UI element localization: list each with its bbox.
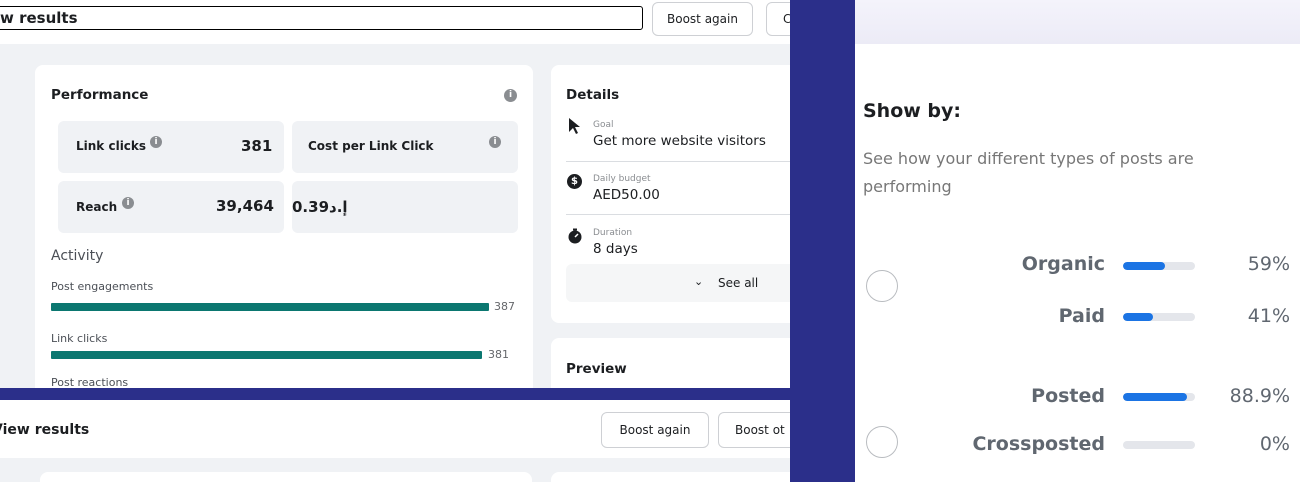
duration-value: 8 days <box>593 241 638 257</box>
daily-budget-label: Daily budget <box>593 174 651 184</box>
activity-label-post-reactions: Post reactions <box>51 376 129 388</box>
info-icon[interactable]: i <box>504 89 517 102</box>
info-icon[interactable]: i <box>122 197 134 209</box>
reach-value: 39,464 <box>216 197 274 215</box>
cursor-icon <box>568 117 582 139</box>
results-header: View results Boost again Boost ot <box>0 400 790 458</box>
percent-organic: 59% <box>1247 253 1290 275</box>
secondary-button[interactable]: C <box>766 2 790 36</box>
title-highlight-box <box>0 6 643 30</box>
performance-card: Performance i Link clicks i 381 Cost per… <box>35 65 533 388</box>
budget-icon: $ <box>567 174 582 189</box>
percent-crossposted: 0% <box>1259 433 1290 455</box>
page-title: w results <box>0 9 78 27</box>
details-card: Details Goal Get more website visitors $… <box>551 65 790 323</box>
activity-bar-post-engagements <box>51 303 489 311</box>
see-all-button[interactable]: ⌄ See all <box>566 264 790 302</box>
card <box>551 472 790 482</box>
activity-label-post-engagements: Post engagements <box>51 280 154 293</box>
row-label-crossposted: Crossposted <box>972 433 1105 455</box>
link-clicks-value: 381 <box>241 137 273 155</box>
left-top-screenshot: w results Boost again C Performance i Li… <box>0 0 790 388</box>
panel-topbar <box>855 0 1300 44</box>
goal-value: Get more website visitors <box>593 133 766 149</box>
bar-posted <box>1123 393 1195 401</box>
boost-other-button[interactable]: Boost ot <box>718 412 790 448</box>
cost-value-tile: 0.39د.إ <box>292 181 518 233</box>
activity-value-link-clicks: 381 <box>488 348 509 361</box>
activity-bar-link-clicks <box>51 351 482 359</box>
preview-title: Preview <box>566 361 627 377</box>
activity-title: Activity <box>51 248 104 264</box>
percent-paid: 41% <box>1247 305 1290 327</box>
boost-again-button[interactable]: Boost again <box>601 412 709 448</box>
bar-organic <box>1123 262 1195 270</box>
link-clicks-tile: Link clicks i 381 <box>58 121 284 173</box>
results-header: w results Boost again C <box>0 0 790 44</box>
show-by-description: See how your different types of posts ar… <box>863 149 1194 196</box>
activity-value-post-engagements: 387 <box>494 300 515 313</box>
divider <box>566 161 790 162</box>
duration-label: Duration <box>593 228 633 238</box>
bar-crossposted <box>1123 441 1195 449</box>
cost-per-click-tile: Cost per Link Click i <box>292 121 518 173</box>
activity-label-link-clicks: Link clicks <box>51 332 108 345</box>
cost-per-click-label: Cost per Link Click <box>308 139 434 153</box>
daily-budget-value: AED50.00 <box>593 187 660 203</box>
row-label-paid: Paid <box>1058 305 1105 327</box>
performance-title: Performance <box>51 87 149 103</box>
boost-again-button[interactable]: Boost again <box>652 2 753 36</box>
cost-per-click-value: 0.39د.إ <box>292 198 348 216</box>
percent-posted: 88.9% <box>1229 385 1290 407</box>
show-by-panel: Show by: See how your different types of… <box>855 0 1300 482</box>
bar-fill-paid <box>1123 313 1153 321</box>
reach-label: Reach <box>76 200 118 214</box>
page-title: View results <box>0 422 90 438</box>
bar-paid <box>1123 313 1195 321</box>
card <box>40 472 532 482</box>
row-label-organic: Organic <box>1021 253 1105 275</box>
see-all-label: See all <box>718 276 759 290</box>
bar-fill-posted <box>1123 393 1187 401</box>
bar-fill-organic <box>1123 262 1166 270</box>
link-clicks-label: Link clicks <box>76 139 147 153</box>
chevron-down-icon: ⌄ <box>694 275 704 288</box>
info-icon[interactable]: i <box>150 136 162 148</box>
reach-tile: Reach i 39,464 <box>58 181 284 233</box>
preview-card: Preview <box>551 338 790 388</box>
divider <box>566 214 790 215</box>
info-icon[interactable]: i <box>489 136 501 148</box>
details-title: Details <box>566 87 620 103</box>
stopwatch-icon <box>567 228 583 248</box>
left-bottom-screenshot: View results Boost again Boost ot <box>0 400 790 482</box>
row-label-posted: Posted <box>1031 385 1105 407</box>
show-by-heading: Show by: <box>863 100 962 122</box>
goal-label: Goal <box>593 120 614 130</box>
